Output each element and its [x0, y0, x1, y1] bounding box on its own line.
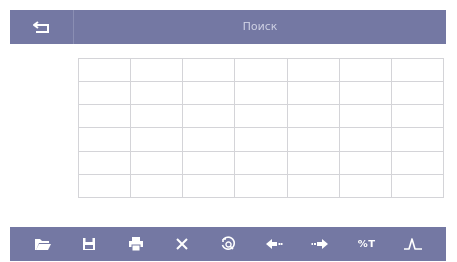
arrow-right-icon — [311, 238, 329, 250]
table-cell[interactable] — [338, 104, 392, 129]
table-cell[interactable] — [390, 104, 445, 129]
previous-button[interactable] — [256, 229, 292, 259]
table-cell[interactable] — [130, 57, 184, 83]
page-title: Поиск — [242, 20, 278, 33]
save-button[interactable] — [71, 229, 107, 259]
top-bar: Поиск — [10, 10, 446, 44]
table-cell[interactable] — [77, 57, 132, 83]
table-cell[interactable] — [77, 127, 132, 152]
table-cell[interactable] — [130, 127, 184, 152]
table-cell[interactable] — [390, 127, 445, 152]
table-cell[interactable] — [130, 150, 184, 175]
table-cell[interactable] — [130, 104, 184, 129]
table-cell[interactable] — [390, 173, 445, 199]
close-icon — [175, 237, 189, 251]
save-icon — [82, 237, 96, 251]
peak-signal-icon — [403, 237, 423, 251]
next-button[interactable] — [302, 229, 338, 259]
table-cell[interactable] — [182, 173, 236, 199]
table-cell[interactable] — [234, 57, 288, 83]
table-row — [77, 57, 445, 83]
table-cell[interactable] — [338, 173, 392, 199]
results-grid — [77, 57, 445, 199]
table-cell[interactable] — [77, 173, 132, 199]
table-cell[interactable] — [338, 150, 392, 175]
search-clock-icon — [220, 236, 236, 252]
search-history-button[interactable] — [210, 229, 246, 259]
table-cell[interactable] — [234, 127, 288, 152]
peak-button[interactable] — [395, 229, 431, 259]
table-cell[interactable] — [182, 104, 236, 129]
table-cell[interactable] — [77, 81, 132, 106]
table-cell[interactable] — [234, 104, 288, 129]
table-cell[interactable] — [77, 150, 132, 175]
table-cell[interactable] — [286, 127, 340, 152]
table-cell[interactable] — [130, 173, 184, 199]
table-cell[interactable] — [390, 150, 445, 175]
table-cell[interactable] — [182, 57, 236, 83]
open-button[interactable] — [25, 229, 61, 259]
table-cell[interactable] — [286, 57, 340, 83]
back-arrow-icon — [32, 18, 51, 37]
table-row — [77, 127, 445, 152]
table-cell[interactable] — [182, 81, 236, 106]
transmittance-button[interactable]: %T — [349, 229, 385, 259]
table-cell[interactable] — [182, 150, 236, 175]
table-cell[interactable] — [338, 127, 392, 152]
table-cell[interactable] — [286, 104, 340, 129]
table-cell[interactable] — [77, 104, 132, 129]
table-row — [77, 150, 445, 175]
results-table — [77, 57, 445, 199]
folder-open-icon — [34, 237, 52, 251]
arrow-left-icon — [265, 238, 283, 250]
table-cell[interactable] — [338, 81, 392, 106]
table-cell[interactable] — [286, 173, 340, 199]
table-cell[interactable] — [286, 150, 340, 175]
table-cell[interactable] — [234, 150, 288, 175]
table-cell[interactable] — [390, 81, 445, 106]
table-row — [77, 104, 445, 129]
table-cell[interactable] — [234, 173, 288, 199]
table-cell[interactable] — [130, 81, 184, 106]
delete-button[interactable] — [164, 229, 200, 259]
back-button[interactable] — [10, 10, 74, 44]
table-cell[interactable] — [286, 81, 340, 106]
table-cell[interactable] — [182, 127, 236, 152]
search-screen: Поиск %T — [0, 0, 457, 262]
table-cell[interactable] — [234, 81, 288, 106]
table-cell[interactable] — [390, 57, 445, 83]
table-cell[interactable] — [338, 57, 392, 83]
table-row — [77, 81, 445, 106]
percent-t-icon: %T — [357, 238, 376, 250]
print-icon — [128, 237, 144, 251]
print-button[interactable] — [118, 229, 154, 259]
table-row — [77, 173, 445, 199]
bottom-toolbar: %T — [10, 227, 446, 261]
